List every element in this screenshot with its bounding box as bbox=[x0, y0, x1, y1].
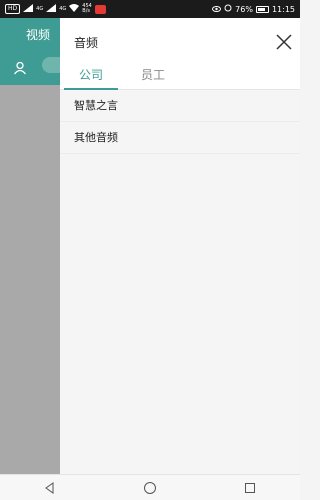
tab-bar: 公司 员工 bbox=[60, 66, 300, 90]
user-icon bbox=[13, 60, 27, 79]
network-speed: 454 B/s bbox=[82, 3, 92, 14]
battery-icon bbox=[255, 5, 269, 13]
signal-icon-2 bbox=[46, 4, 57, 14]
app-notification-icon bbox=[94, 4, 106, 14]
signal-icon bbox=[23, 4, 34, 14]
status-bar: HD 4G 4G 454 B/s 76% 11:15 bbox=[0, 0, 300, 18]
audio-drawer: 音频 公司 员工 智慧之言 其他音频 bbox=[60, 18, 300, 474]
tab-company[interactable]: 公司 bbox=[60, 66, 122, 90]
wifi-icon bbox=[69, 4, 80, 14]
clock: 11:15 bbox=[271, 4, 295, 14]
network-label-b: 4G bbox=[59, 6, 67, 12]
dimmed-overlay[interactable] bbox=[0, 85, 60, 474]
recents-square-icon[interactable] bbox=[240, 478, 260, 498]
background-app-header: 视频 bbox=[0, 18, 66, 85]
eye-icon bbox=[212, 5, 222, 14]
list-item-wisdom-words[interactable]: 智慧之言 bbox=[60, 90, 300, 122]
back-triangle-icon[interactable] bbox=[40, 478, 60, 498]
system-nav-bar bbox=[0, 474, 300, 500]
drawer-header: 音频 bbox=[60, 18, 300, 66]
list-item-other-audio[interactable]: 其他音频 bbox=[60, 122, 300, 154]
tab-staff[interactable]: 员工 bbox=[122, 66, 184, 89]
alarm-icon bbox=[224, 4, 232, 14]
network-label-a: 4G bbox=[36, 6, 44, 12]
audio-list: 智慧之言 其他音频 bbox=[60, 90, 300, 154]
background-app-title: 视频 bbox=[26, 28, 51, 42]
hd-badge: HD bbox=[5, 4, 21, 14]
drawer-title: 音频 bbox=[74, 36, 99, 50]
close-icon[interactable] bbox=[274, 32, 294, 52]
home-circle-icon[interactable] bbox=[140, 478, 160, 498]
battery-percent: 76% bbox=[235, 4, 253, 14]
